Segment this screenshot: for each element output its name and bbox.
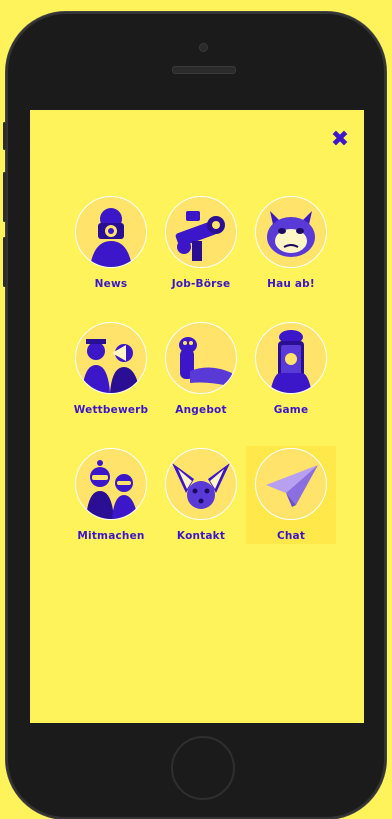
menu-item-label: Hau ab! xyxy=(267,278,315,290)
menu-item-label: News xyxy=(94,278,128,290)
front-camera xyxy=(199,43,208,52)
menu-grid: News Job-Börse Hau ab! Wettbewerb Angebo… xyxy=(66,194,338,544)
mute-switch xyxy=(3,122,6,150)
menu-item-label: Chat xyxy=(276,530,306,542)
earpiece-speaker xyxy=(172,66,236,74)
menu-item-label: Mitmachen xyxy=(77,530,145,542)
menu-item-label: Kontakt xyxy=(176,530,226,542)
kids-party-icon xyxy=(75,448,147,520)
volume-down-button xyxy=(3,237,6,287)
camera-crane-icon xyxy=(165,196,237,268)
menu-item-label: Game xyxy=(273,404,309,416)
people-megaphone-icon xyxy=(75,322,147,394)
grumpy-cat-icon xyxy=(255,196,327,268)
menu-item-wettbewerb[interactable]: Wettbewerb xyxy=(66,320,156,418)
menu-item-hau-ab[interactable]: Hau ab! xyxy=(246,194,336,292)
menu-item-job-boerse[interactable]: Job-Börse xyxy=(156,194,246,292)
menu-item-label: Angebot xyxy=(175,404,227,416)
phone-frame: ✖ News Job-Börse Hau ab! Wettbewerb Ange… xyxy=(3,12,386,819)
menu-item-chat[interactable]: Chat xyxy=(246,446,336,544)
menu-item-label: Wettbewerb xyxy=(73,404,149,416)
close-button[interactable]: ✖ xyxy=(328,128,352,152)
menu-item-game[interactable]: Game xyxy=(246,320,336,418)
paper-plane-icon xyxy=(255,448,327,520)
smartphone-icon xyxy=(255,322,327,394)
close-icon: ✖ xyxy=(330,127,350,152)
photographer-icon xyxy=(75,196,147,268)
volume-up-button xyxy=(3,172,6,222)
ferret-icon xyxy=(165,322,237,394)
menu-item-angebot[interactable]: Angebot xyxy=(156,320,246,418)
menu-item-news[interactable]: News xyxy=(66,194,156,292)
app-screen: ✖ News Job-Börse Hau ab! Wettbewerb Ange… xyxy=(30,110,364,723)
menu-item-kontakt[interactable]: Kontakt xyxy=(156,446,246,544)
home-button[interactable] xyxy=(171,736,235,800)
fennec-fox-icon xyxy=(165,448,237,520)
menu-item-mitmachen[interactable]: Mitmachen xyxy=(66,446,156,544)
menu-item-label: Job-Börse xyxy=(171,278,231,290)
